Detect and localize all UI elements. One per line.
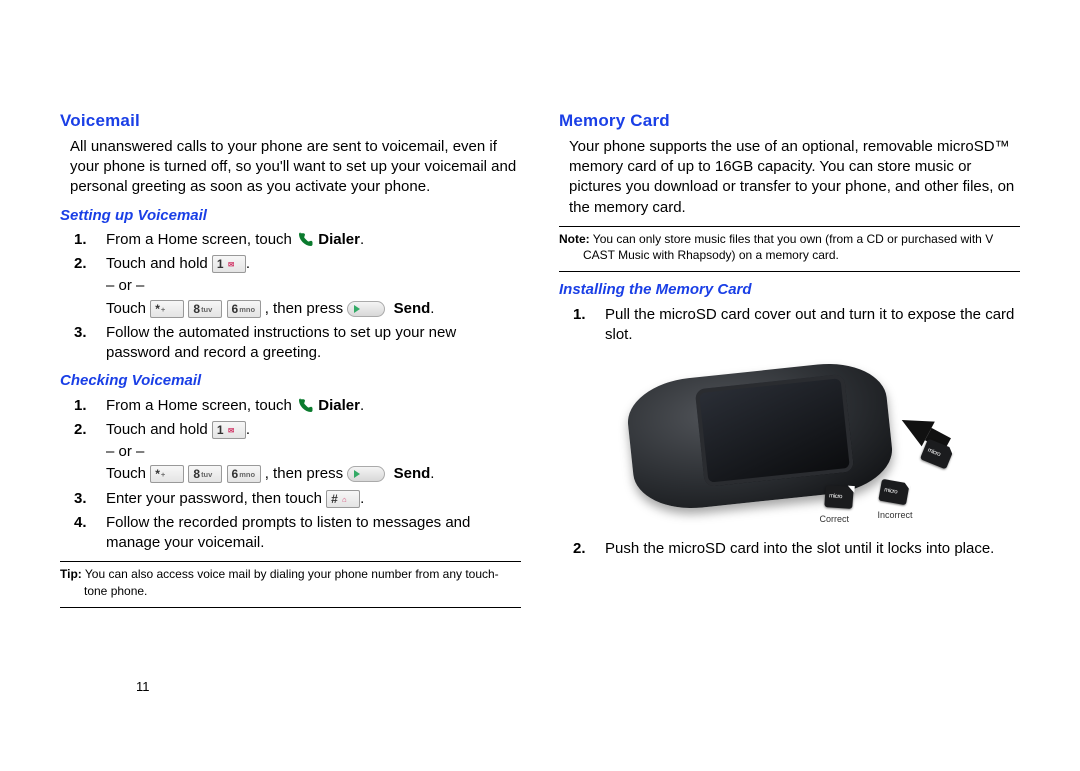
phone-body-icon [623,358,895,514]
install-step-1: 1. Pull the microSD card cover out and t… [595,305,1020,346]
key-8-icon: 8tuv [188,300,222,318]
two-column-layout: Voicemail All unanswered calls to your p… [60,110,1020,612]
key-1-icon: 1 ✉ [212,421,246,439]
dialer-icon [296,397,314,415]
check-step-1: 1. From a Home screen, touch Dialer. [96,396,521,416]
send-button-icon [347,466,385,482]
right-column: Memory Card Your phone supports the use … [559,110,1020,612]
check-steps: 1. From a Home screen, touch Dialer. 2. … [60,396,521,554]
setup-step-2: 2. Touch and hold 1 ✉. – or – Touch *+ 8… [96,254,521,319]
tip-label: Tip: [60,567,82,581]
check-step-4: 4. Follow the recorded prompts to listen… [96,513,521,554]
rule [559,271,1020,272]
setup-step-3: 3. Follow the automated instructions to … [96,323,521,364]
tip-text: You can also access voice mail by dialin… [82,567,499,597]
step-text-alt: Touch [106,300,150,317]
phone-illustration: micro micro micro Correct Incorrect [620,351,960,531]
memory-card-intro: Your phone supports the use of an option… [559,137,1020,218]
key-8-icon: 8tuv [188,465,222,483]
install-heading: Installing the Memory Card [559,280,1020,300]
step-text: Follow the automated instructions to set… [106,324,456,361]
step-text: Enter your password, then touch [106,490,326,507]
rule [60,607,521,608]
note-text-row: Note: You can only store music files tha… [559,231,1020,263]
send-label: Send [394,300,431,317]
key-hash-icon: # ⌂ [326,490,360,508]
step-text: Pull the microSD card cover out and turn… [605,306,1014,343]
correct-label: Correct [820,513,850,525]
page-number: 11 [136,678,150,696]
step-text: From a Home screen, touch [106,397,296,414]
step-text: From a Home screen, touch [106,231,296,248]
check-voicemail-heading: Checking Voicemail [60,371,521,391]
or-divider: – or – [106,276,521,296]
check-step-3: 3. Enter your password, then touch # ⌂. [96,489,521,509]
setup-step-1: 1. From a Home screen, touch Dialer. [96,230,521,250]
note-label: Note: [559,232,590,246]
setup-voicemail-heading: Setting up Voicemail [60,206,521,226]
send-label: Send [394,465,431,482]
microsd-card-icon: micro [824,485,853,509]
step-text: Touch and hold [106,421,212,438]
step-text: Follow the recorded prompts to listen to… [106,514,470,551]
dialer-label: Dialer [318,397,360,414]
tip-block: Tip: You can also access voice mail by d… [60,566,521,598]
then-press: , then press [265,465,348,482]
microsd-card-icon: micro [878,479,909,506]
rule [559,226,1020,227]
then-press: , then press [265,300,348,317]
setup-steps: 1. From a Home screen, touch Dialer. 2. … [60,230,521,364]
dialer-label: Dialer [318,231,360,248]
key-1-icon: 1 ✉ [212,255,246,273]
key-star-icon: *+ [150,465,184,483]
dialer-icon [296,231,314,249]
key-star-icon: *+ [150,300,184,318]
incorrect-label: Incorrect [878,509,913,521]
voicemail-heading: Voicemail [60,110,521,133]
step-text: Push the microSD card into the slot unti… [605,540,994,557]
rule [60,561,521,562]
note-block: Note: You can only store music files tha… [559,226,1020,272]
install-step-2: 2. Push the microSD card into the slot u… [595,539,1020,559]
note-text: You can only store music files that you … [583,232,993,262]
key-6-icon: 6mno [227,300,261,318]
or-divider: – or – [106,442,521,462]
memory-card-heading: Memory Card [559,110,1020,133]
left-column: Voicemail All unanswered calls to your p… [60,110,521,612]
key-6-icon: 6mno [227,465,261,483]
step-text-alt: Touch [106,465,150,482]
install-steps-2: 2. Push the microSD card into the slot u… [559,539,1020,559]
send-button-icon [347,301,385,317]
step-text: Touch and hold [106,255,212,272]
voicemail-intro: All unanswered calls to your phone are s… [60,137,521,198]
check-step-2: 2. Touch and hold 1 ✉. – or – Touch *+ 8… [96,420,521,485]
microsd-card-icon: micro [919,439,953,470]
install-steps: 1. Pull the microSD card cover out and t… [559,305,1020,346]
manual-page: Voicemail All unanswered calls to your p… [0,0,1080,771]
